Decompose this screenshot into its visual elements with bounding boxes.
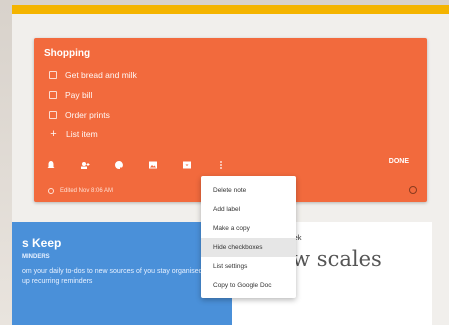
keep-promo-card: s Keep MINDERS om your daily to-dos to n…	[12, 222, 232, 325]
promo-text: om your daily to-dos to new sources of y…	[22, 268, 217, 285]
list-item-label: Order prints	[65, 110, 110, 120]
clock-icon	[48, 188, 54, 194]
collaborator-icon[interactable]	[80, 160, 90, 170]
edited-text: Edited Nov 8:06 AM	[60, 188, 114, 194]
promo-subtitle: MINDERS	[22, 254, 50, 260]
reminder-icon[interactable]	[46, 160, 56, 170]
menu-item-list-settings[interactable]: List settings	[201, 257, 296, 276]
note-options-icon[interactable]	[409, 186, 417, 194]
image-icon[interactable]	[148, 160, 158, 170]
note-title[interactable]: Shopping	[44, 48, 90, 59]
menu-item-copy-to-google-doc[interactable]: Copy to Google Doc	[201, 276, 296, 295]
note-toolbar	[46, 158, 226, 172]
done-button[interactable]: DONE	[389, 158, 409, 165]
color-palette-icon[interactable]	[114, 160, 124, 170]
app-top-bar	[12, 5, 449, 14]
note-more-menu: Delete note Add label Make a copy Hide c…	[201, 176, 296, 298]
promo-title: s Keep	[22, 236, 62, 250]
edited-timestamp: Edited Nov 8:06 AM	[48, 188, 113, 194]
archive-icon[interactable]	[182, 160, 192, 170]
checkbox[interactable]	[49, 91, 57, 99]
more-vert-icon[interactable]	[216, 160, 226, 170]
list-item[interactable]: Pay bill	[49, 90, 92, 100]
menu-item-delete-note[interactable]: Delete note	[201, 181, 296, 200]
plus-icon: +	[50, 128, 57, 140]
list-item[interactable]: Get bread and milk	[49, 70, 137, 80]
menu-item-hide-checkboxes[interactable]: Hide checkboxes	[201, 238, 296, 257]
menu-item-add-label[interactable]: Add label	[201, 200, 296, 219]
checkbox[interactable]	[49, 111, 57, 119]
checkbox[interactable]	[49, 71, 57, 79]
menu-item-make-copy[interactable]: Make a copy	[201, 219, 296, 238]
add-list-item-label: List item	[66, 129, 98, 139]
add-list-item[interactable]: + List item	[49, 128, 98, 140]
list-item-label: Pay bill	[65, 90, 93, 100]
list-item[interactable]: Order prints	[49, 110, 110, 120]
list-item-label: Get bread and milk	[65, 70, 137, 80]
